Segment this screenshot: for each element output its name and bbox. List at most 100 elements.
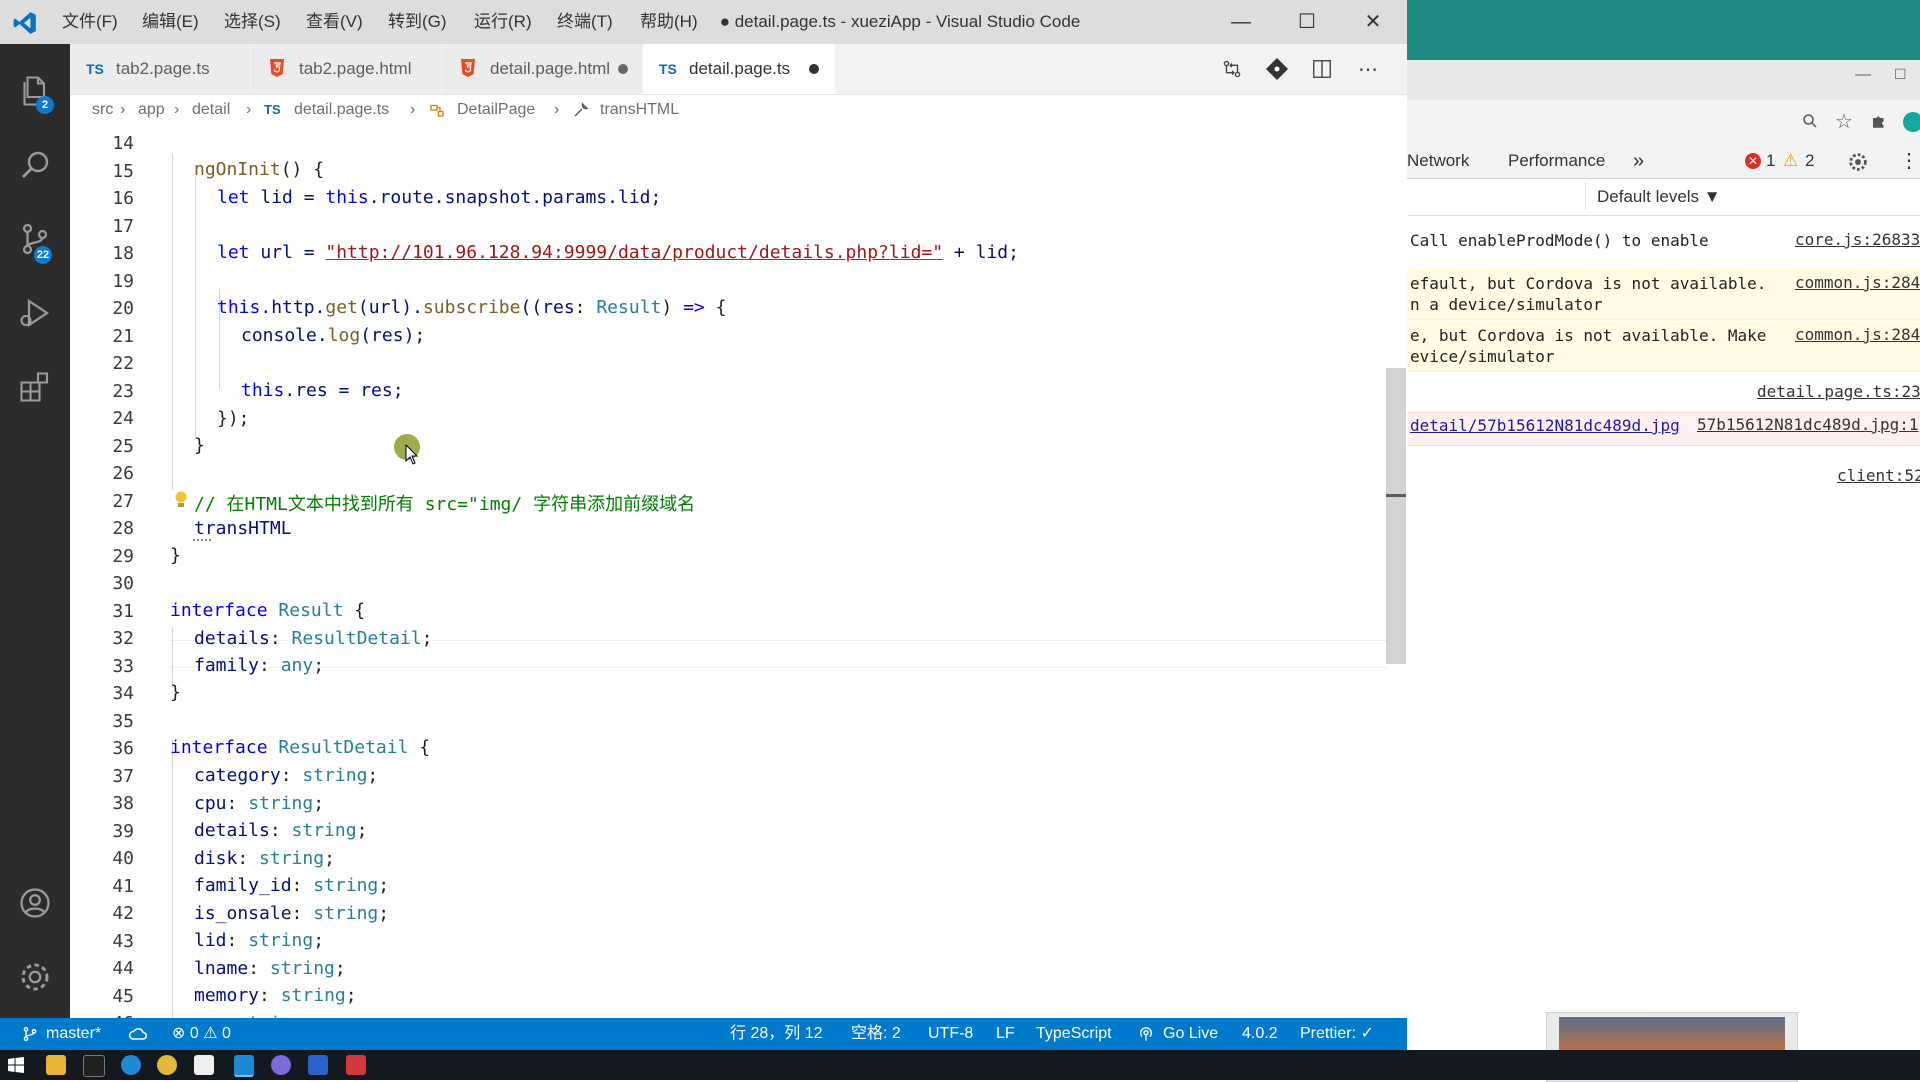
word-icon[interactable] bbox=[308, 1055, 328, 1075]
console-message: e, but Cordova is not available. Make ev… bbox=[1407, 322, 1920, 372]
desktop-background bbox=[1407, 0, 1920, 60]
console-source-link[interactable]: detail.page.ts:23 bbox=[1757, 382, 1920, 401]
mouse-pointer-icon bbox=[405, 444, 419, 465]
more-actions-button[interactable]: ⋯ bbox=[1353, 54, 1383, 84]
unsaved-dot-icon[interactable] bbox=[618, 64, 628, 74]
go-live-button[interactable]: Go Live bbox=[1163, 1018, 1218, 1050]
file-explorer-icon[interactable] bbox=[46, 1055, 66, 1075]
log-levels-dropdown[interactable]: Default levels ▼ bbox=[1597, 179, 1721, 215]
app-icon[interactable] bbox=[271, 1055, 291, 1075]
browser-maximize-button[interactable]: ☐ bbox=[1894, 66, 1907, 83]
open-changes-button[interactable] bbox=[1217, 54, 1247, 84]
code-line-24: }); bbox=[217, 408, 250, 429]
menu-run[interactable]: 运行(R) bbox=[474, 0, 532, 44]
ellipsis-icon: ⋯ bbox=[1358, 58, 1378, 81]
more-tabs-button[interactable]: » bbox=[1633, 144, 1644, 178]
encoding[interactable]: UTF-8 bbox=[928, 1018, 973, 1050]
typescript-icon: TS bbox=[659, 61, 677, 77]
browser-minimize-button[interactable]: — bbox=[1855, 66, 1871, 84]
end-of-line[interactable]: LF bbox=[996, 1018, 1015, 1050]
app-icon[interactable] bbox=[194, 1055, 214, 1075]
console-source-link[interactable]: common.js:284 bbox=[1795, 273, 1920, 292]
warning-count[interactable]: 2 bbox=[1805, 144, 1814, 178]
breadcrumb-src[interactable]: src bbox=[92, 95, 113, 125]
git-branch[interactable]: master* bbox=[46, 1018, 101, 1050]
tab-tab2-page-ts[interactable]: TS tab2.page.ts bbox=[70, 44, 251, 94]
chevron-right-icon: › bbox=[174, 101, 180, 118]
cursor-position[interactable]: 行 28，列 12 bbox=[730, 1018, 823, 1050]
kebab-menu-icon[interactable]: ⋮ bbox=[1899, 144, 1919, 178]
chrome-icon[interactable] bbox=[157, 1055, 177, 1075]
line-number: 35 bbox=[112, 710, 134, 732]
scrollbar-cursor-marker bbox=[1386, 494, 1406, 497]
terminal-icon[interactable] bbox=[83, 1055, 105, 1077]
app-icon[interactable] bbox=[346, 1055, 366, 1075]
extensions-puzzle-icon[interactable] bbox=[1870, 112, 1888, 130]
zoom-icon[interactable] bbox=[1801, 112, 1819, 130]
breadcrumb-app[interactable]: app bbox=[138, 95, 165, 125]
title-bar: 文件(F) 编辑(E) 选择(S) 查看(V) 转到(G) 运行(R) 终端(T… bbox=[0, 0, 1407, 44]
tab-tab2-page-html[interactable]: tab2.page.html bbox=[251, 44, 442, 94]
editor-scrollbar[interactable] bbox=[1386, 368, 1406, 664]
minimize-button[interactable]: — bbox=[1208, 0, 1274, 44]
prettier-status[interactable]: Prettier: ✓ bbox=[1300, 1018, 1374, 1050]
line-number: 36 bbox=[112, 738, 134, 759]
close-button[interactable]: ✕ bbox=[1340, 0, 1406, 44]
console-message: client:52 bbox=[1407, 464, 1920, 492]
breadcrumb-detail[interactable]: detail bbox=[192, 95, 230, 125]
explorer-button[interactable]: 2 bbox=[0, 60, 70, 122]
profile-avatar[interactable] bbox=[1903, 112, 1920, 132]
lightbulb-icon[interactable] bbox=[174, 490, 188, 510]
edge-icon[interactable] bbox=[121, 1055, 141, 1075]
tab-network[interactable]: Network bbox=[1407, 144, 1469, 178]
line-number: 44 bbox=[112, 958, 134, 979]
code-line-23: this.res = res; bbox=[241, 380, 404, 401]
chevron-right-icon: › bbox=[554, 101, 560, 118]
language-mode[interactable]: TypeScript bbox=[1036, 1018, 1112, 1050]
windows-start-icon[interactable] bbox=[8, 1057, 24, 1073]
maximize-button[interactable]: ☐ bbox=[1274, 0, 1340, 44]
console-source-link[interactable]: common.js:284 bbox=[1795, 325, 1920, 344]
menu-file[interactable]: 文件(F) bbox=[62, 0, 118, 44]
sync-cloud-icon[interactable] bbox=[128, 1025, 148, 1043]
indentation[interactable]: 空格: 2 bbox=[851, 1018, 901, 1050]
tab-performance[interactable]: Performance bbox=[1508, 144, 1605, 178]
git-lens-button[interactable] bbox=[1262, 54, 1292, 84]
console-source-link[interactable]: 57b15612N81dc489d.jpg:1 bbox=[1697, 415, 1919, 434]
console-resource-link[interactable]: detail/57b15612N81dc489d.jpg bbox=[1410, 415, 1680, 436]
settings-gear-icon[interactable] bbox=[1847, 151, 1869, 173]
ts-version[interactable]: 4.0.2 bbox=[1242, 1018, 1278, 1050]
line-number: 37 bbox=[112, 765, 134, 787]
breadcrumb-file[interactable]: detail.page.ts bbox=[294, 95, 389, 125]
menu-edit[interactable]: 编辑(E) bbox=[142, 0, 199, 44]
unsaved-dot-icon[interactable] bbox=[809, 64, 819, 74]
problems-indicator[interactable]: ⊗ 0 ⚠ 0 bbox=[172, 1018, 231, 1050]
line-number: 32 bbox=[112, 628, 134, 649]
line-number: 18 bbox=[112, 243, 134, 264]
line-number: 14 bbox=[112, 133, 134, 154]
split-editor-button[interactable] bbox=[1307, 54, 1337, 84]
code-line-field: category: string; bbox=[194, 765, 379, 786]
menu-go[interactable]: 转到(G) bbox=[388, 0, 447, 44]
console-source-link[interactable]: client:52 bbox=[1837, 466, 1920, 485]
vscode-taskbar-icon[interactable] bbox=[234, 1055, 254, 1077]
chevron-right-icon: › bbox=[120, 101, 126, 118]
bookmark-star-icon[interactable]: ☆ bbox=[1835, 109, 1853, 134]
indent-guide bbox=[172, 154, 173, 490]
menu-selection[interactable]: 选择(S) bbox=[224, 0, 281, 44]
error-count[interactable]: 1 bbox=[1766, 144, 1775, 178]
line-number: 28 bbox=[112, 518, 134, 539]
console-filter-input[interactable] bbox=[1407, 182, 1586, 210]
breadcrumb-class[interactable]: DetailPage bbox=[457, 95, 535, 125]
code-line-field: details: string; bbox=[194, 820, 368, 841]
vscode-logo-icon bbox=[13, 12, 36, 34]
tab-detail-page-html[interactable]: detail.page.html bbox=[442, 44, 643, 94]
console-source-link[interactable]: core.js:26833 bbox=[1795, 230, 1920, 249]
menu-view[interactable]: 查看(V) bbox=[306, 0, 363, 44]
browser-toolbar: ☆ bbox=[1407, 100, 1920, 145]
breadcrumb-member[interactable]: transHTML bbox=[600, 95, 679, 125]
tab-detail-page-ts[interactable]: TS detail.page.ts bbox=[643, 44, 836, 94]
editor-area[interactable]: 14 15 16 17 18 19 20 21 22 23 24 25 26 27 28 29 30 31 32 33… bbox=[0, 126, 1407, 1034]
code-line-18: let url = "http://101.96.128.94:9999/dat… bbox=[217, 242, 1019, 263]
console-message: detail/57b15612N81dc489d.jpg 57b15612N81d… bbox=[1407, 412, 1920, 446]
